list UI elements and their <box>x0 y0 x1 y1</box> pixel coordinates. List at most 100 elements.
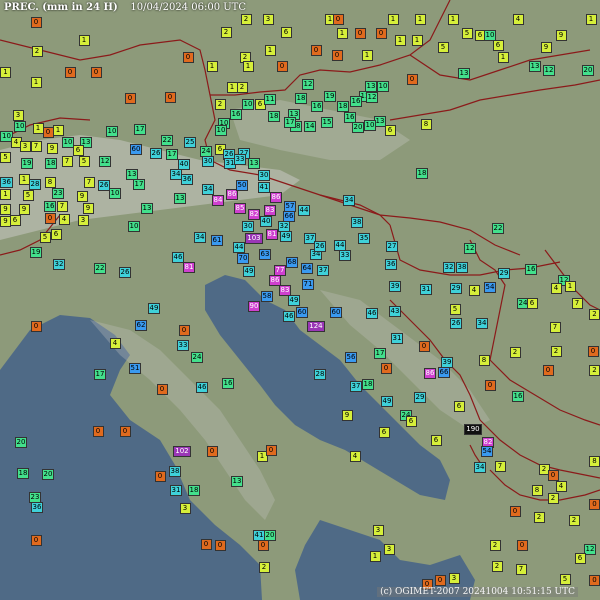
station-precip-label: 17 <box>283 117 297 128</box>
station-precip-label: 8 <box>420 119 432 130</box>
station-precip-label: 5 <box>437 42 449 53</box>
station-precip-label: 18 <box>16 468 30 479</box>
station-precip-label: 12 <box>542 65 556 76</box>
station-precip-label: 10 <box>105 126 119 137</box>
station-precip-label: 3 <box>383 544 395 555</box>
station-precip-label: 2 <box>491 561 503 572</box>
station-precip-label: 36 <box>30 502 44 513</box>
station-precip-label: 16 <box>524 264 538 275</box>
station-precip-label: 17 <box>133 124 147 135</box>
station-precip-label: 34 <box>201 184 215 195</box>
station-precip-label: 0 <box>509 506 521 517</box>
station-precip-label: 60 <box>329 307 343 318</box>
station-precip-label: 5 <box>449 304 461 315</box>
station-precip-label: 33 <box>338 250 352 261</box>
station-precip-label: 0 <box>587 346 599 357</box>
station-precip-label: 10 <box>108 188 122 199</box>
station-precip-label: 36 <box>0 177 13 188</box>
station-precip-label: 81 <box>265 229 279 240</box>
station-precip-label: 0 <box>589 575 600 586</box>
station-precip-label: 36 <box>180 174 194 185</box>
station-precip-label: 1 <box>0 189 11 200</box>
station-precip-label: 1 <box>394 35 406 46</box>
station-precip-label: 10 <box>241 99 255 110</box>
station-precip-label: 9 <box>76 191 88 202</box>
station-precip-label: 10 <box>376 81 390 92</box>
station-precip-label: 18 <box>294 93 308 104</box>
station-precip-label: 103 <box>245 233 263 244</box>
station-precip-label: 18 <box>336 101 350 112</box>
station-precip-label: 0 <box>200 539 212 550</box>
station-precip-label: 102 <box>173 446 191 457</box>
station-precip-label: 124 <box>307 321 325 332</box>
station-precip-label: 26 <box>313 241 327 252</box>
station-precip-label: 34 <box>193 232 207 243</box>
station-precip-label: 49 <box>242 266 256 277</box>
station-precip-label: 2 <box>568 515 580 526</box>
station-precip-label: 7 <box>61 156 73 167</box>
station-precip-label: 2 <box>240 14 252 25</box>
station-precip-label: 30 <box>257 170 271 181</box>
station-precip-label: 41 <box>257 182 271 193</box>
station-precip-label: 0 <box>375 28 387 39</box>
station-precip-label: 31 <box>419 284 433 295</box>
station-precip-label: 26 <box>449 318 463 329</box>
station-precip-label: 22 <box>491 223 505 234</box>
station-precip-label: 25 <box>183 137 197 148</box>
station-precip-label: 4 <box>58 214 70 225</box>
station-precip-label: 7 <box>494 461 506 472</box>
station-precip-label: 5 <box>461 28 473 39</box>
station-precip-label: 0 <box>164 92 176 103</box>
station-precip-label: 0 <box>331 50 343 61</box>
station-precip-label: 2 <box>509 347 521 358</box>
station-precip-label: 8 <box>531 485 543 496</box>
station-precip-label: 83 <box>263 205 277 216</box>
station-precip-label: 14 <box>303 121 317 132</box>
station-precip-label: 35 <box>357 233 371 244</box>
station-precip-label: 90 <box>247 301 261 312</box>
station-precip-label: 6 <box>9 215 21 226</box>
station-precip-label: 20 <box>581 65 595 76</box>
station-precip-label: 0 <box>119 426 131 437</box>
station-precip-label: 7 <box>56 201 68 212</box>
station-precip-label: 57 <box>283 201 297 212</box>
station-precip-label: 7 <box>571 298 583 309</box>
station-precip-label: 38 <box>168 466 182 477</box>
station-precip-label: 61 <box>210 235 224 246</box>
station-precip-label: 19 <box>20 158 34 169</box>
station-precip-label: 44 <box>232 242 246 253</box>
station-precip-label: 1 <box>497 52 509 63</box>
station-precip-label: 1 <box>242 61 254 72</box>
station-precip-label: 58 <box>260 291 274 302</box>
station-precip-label: 1 <box>564 281 576 292</box>
station-precip-label: 22 <box>93 263 107 274</box>
station-precip-label: 0 <box>90 67 102 78</box>
station-precip-label: 66 <box>437 367 451 378</box>
precipitation-map: PREC. (mm in 24 H) 10/04/2024 06:00 UTC … <box>0 0 600 600</box>
station-precip-label: 49 <box>380 396 394 407</box>
station-precip-label: 6 <box>526 298 538 309</box>
station-precip-label: 13 <box>528 61 542 72</box>
station-precip-label: 29 <box>449 283 463 294</box>
map-title: PREC. (mm in 24 H) 10/04/2024 06:00 UTC <box>4 2 246 13</box>
station-precip-label: 6 <box>430 435 442 446</box>
station-precip-label: 34 <box>473 462 487 473</box>
station-precip-label: 13 <box>140 203 154 214</box>
station-precip-label: 39 <box>388 281 402 292</box>
station-precip-label: 18 <box>361 379 375 390</box>
station-precip-label: 15 <box>320 117 334 128</box>
station-precip-label: 49 <box>279 231 293 242</box>
station-precip-label: 3 <box>372 525 384 536</box>
station-precip-label: 0 <box>332 14 344 25</box>
product-label: PREC. (mm in 24 H) <box>4 2 118 13</box>
station-precip-label: 9 <box>18 204 30 215</box>
station-precip-label: 13 <box>230 476 244 487</box>
station-precip-label: 49 <box>147 303 161 314</box>
station-precip-label: 5 <box>559 574 571 585</box>
station-precip-label: 18 <box>415 168 429 179</box>
station-precip-label: 6 <box>72 145 84 156</box>
station-precip-label: 17 <box>93 369 107 380</box>
station-precip-label: 33 <box>233 154 247 165</box>
station-precip-label: 17 <box>132 179 146 190</box>
station-precip-label: 1 <box>361 50 373 61</box>
